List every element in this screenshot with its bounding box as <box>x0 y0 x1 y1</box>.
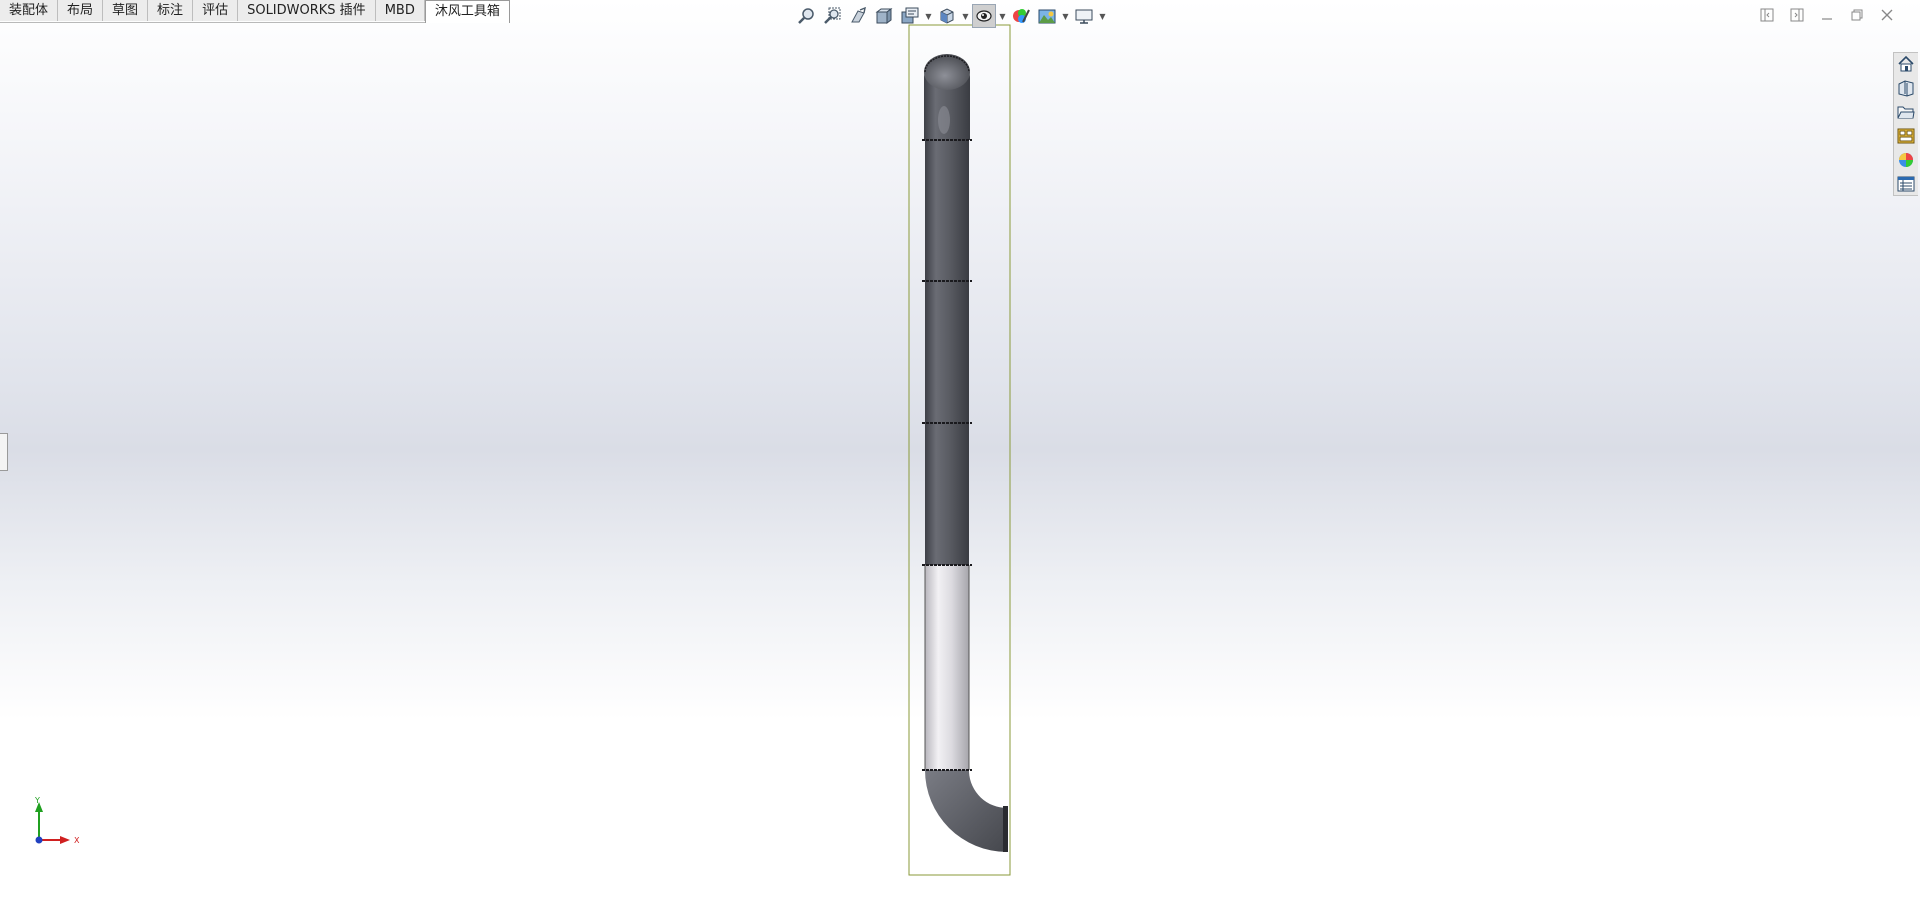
close-icon[interactable] <box>1878 6 1896 24</box>
tab-solidworks-addins[interactable]: SOLIDWORKS 插件 <box>238 0 376 21</box>
minimize-icon[interactable] <box>1818 6 1836 24</box>
top-elbow[interactable] <box>924 54 970 140</box>
tab-sketch[interactable]: 草图 <box>103 0 149 21</box>
design-library-icon[interactable] <box>1894 77 1918 99</box>
pipe-segment[interactable] <box>925 423 969 565</box>
pipe-segment[interactable] <box>925 140 969 281</box>
tab-evaluate[interactable]: 评估 <box>193 0 239 21</box>
solidworks-resources-icon[interactable] <box>1894 53 1918 75</box>
view-palette-icon[interactable] <box>1894 125 1918 147</box>
appearances-scenes-icon[interactable] <box>1894 149 1918 171</box>
hide-show-items-icon[interactable] <box>972 4 996 28</box>
tab-mufeng-toolbox[interactable]: 沐风工具箱 <box>424 0 510 23</box>
restore-icon[interactable] <box>1848 6 1866 24</box>
heads-up-view-toolbar: ▼ ▼ ▼ ▼ ▼ <box>794 4 1107 28</box>
edit-appearance-icon[interactable] <box>1009 4 1033 28</box>
hide-show-items-dropdown[interactable]: ▼ <box>998 4 1007 28</box>
feature-manager-expand-tab[interactable] <box>0 433 8 471</box>
section-view-icon[interactable] <box>872 4 896 28</box>
command-manager-tabs: 装配体 布局 草图 标注 评估 SOLIDWORKS 插件 MBD 沐风工具箱 <box>0 0 510 23</box>
graphics-viewport[interactable] <box>0 0 1920 900</box>
reference-triad: Y X <box>34 796 80 845</box>
zoom-to-fit-icon[interactable] <box>794 4 818 28</box>
tile-right-icon[interactable] <box>1788 6 1806 24</box>
tab-markup[interactable]: 标注 <box>148 0 194 21</box>
task-pane <box>1893 52 1918 196</box>
pipe-segment-selected[interactable] <box>925 565 969 770</box>
view-orientation-icon[interactable] <box>935 4 959 28</box>
zoom-to-area-icon[interactable] <box>820 4 844 28</box>
bottom-elbow[interactable] <box>925 770 1007 852</box>
triad-y-label: Y <box>34 796 40 805</box>
tile-left-icon[interactable] <box>1758 6 1776 24</box>
apply-scene-dropdown[interactable]: ▼ <box>1061 4 1070 28</box>
document-window-controls <box>1758 6 1896 24</box>
pipe-segment[interactable] <box>925 281 969 423</box>
dynamic-annotation-icon[interactable] <box>898 4 922 28</box>
triad-x-label: X <box>74 836 80 845</box>
custom-properties-icon[interactable] <box>1894 173 1918 195</box>
view-settings-icon[interactable] <box>1072 4 1096 28</box>
file-explorer-icon[interactable] <box>1894 101 1918 123</box>
dynamic-annotation-dropdown[interactable]: ▼ <box>924 4 933 28</box>
tab-mbd[interactable]: MBD <box>375 0 425 21</box>
tab-layout[interactable]: 布局 <box>58 0 104 21</box>
view-settings-dropdown[interactable]: ▼ <box>1098 4 1107 28</box>
apply-scene-icon[interactable] <box>1035 4 1059 28</box>
view-orientation-dropdown[interactable]: ▼ <box>961 4 970 28</box>
previous-view-icon[interactable] <box>846 4 870 28</box>
tab-assembly[interactable]: 装配体 <box>0 0 59 21</box>
